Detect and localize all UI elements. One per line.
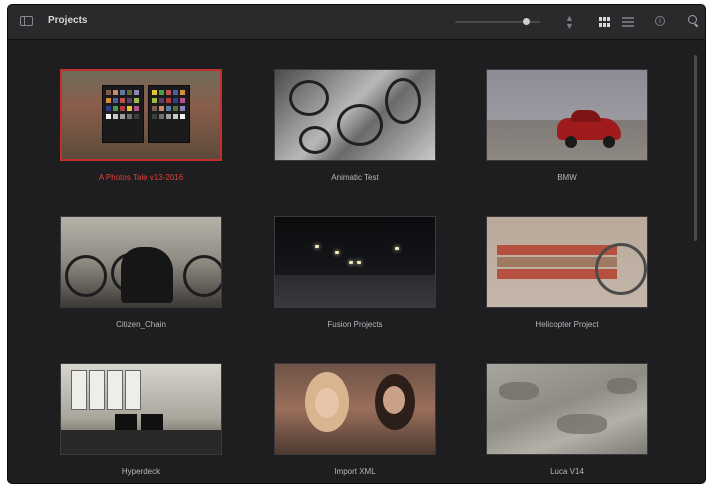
project-name: Import XML	[334, 467, 376, 476]
list-view-icon[interactable]	[622, 17, 634, 27]
project-name: Helicopter Project	[535, 320, 599, 329]
project-name: Citizen_Chain	[116, 320, 166, 329]
project-name: Animatic Test	[331, 173, 379, 182]
project-tile[interactable]: Citizen_Chain	[60, 216, 222, 336]
project-name: Luca V14	[550, 467, 584, 476]
project-name: Hyperdeck	[121, 467, 161, 476]
grid-view-icon[interactable]	[599, 17, 610, 27]
project-thumbnail[interactable]	[60, 363, 222, 455]
zoom-slider-handle[interactable]	[523, 18, 530, 25]
project-thumbnail[interactable]	[274, 216, 436, 308]
project-tile[interactable]: Import XML	[274, 363, 436, 483]
project-tile[interactable]: BMW	[486, 69, 648, 189]
project-thumbnail[interactable]	[274, 69, 436, 161]
project-name: A Photos Tale v13-2016	[98, 173, 184, 182]
project-tile[interactable]: Helicopter Project	[486, 216, 648, 336]
project-thumbnail[interactable]	[60, 216, 222, 308]
project-name: Fusion Projects	[327, 320, 383, 329]
project-tile[interactable]: Hyperdeck	[60, 363, 222, 483]
toolbar: Projects ▲ ▼ i	[8, 5, 705, 40]
page-title: Projects	[48, 15, 88, 26]
project-tile[interactable]: Fusion Projects	[274, 216, 436, 336]
search-icon[interactable]	[688, 15, 700, 28]
sort-icon[interactable]: ▲ ▼	[565, 14, 574, 31]
project-thumbnail[interactable]	[486, 363, 648, 455]
project-thumbnail[interactable]	[60, 69, 222, 161]
vertical-scrollbar[interactable]	[694, 55, 697, 241]
project-thumbnail[interactable]	[486, 216, 648, 308]
project-tile[interactable]: A Photos Tale v13-2016	[60, 69, 222, 189]
project-tile[interactable]: Animatic Test	[274, 69, 436, 189]
project-thumbnail[interactable]	[274, 363, 436, 455]
project-thumbnail[interactable]	[486, 69, 648, 161]
project-tile[interactable]: Luca V14	[486, 363, 648, 483]
project-name: BMW	[557, 173, 577, 182]
sidebar-toggle-icon[interactable]	[20, 16, 33, 26]
project-manager-window: Projects ▲ ▼ i A Photos Tale v13-2016 An…	[8, 5, 705, 483]
info-icon[interactable]: i	[655, 16, 665, 26]
